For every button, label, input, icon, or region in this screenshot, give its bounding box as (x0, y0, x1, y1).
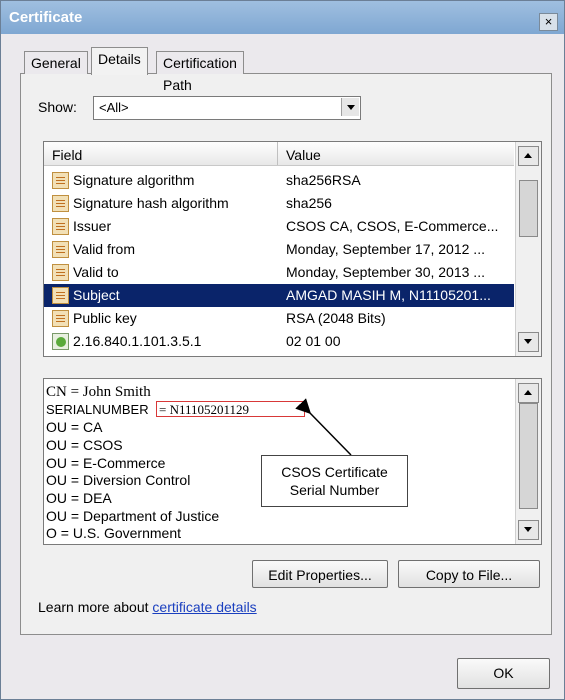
field-value: RSA (2048 Bits) (286, 310, 386, 326)
detail-line: O = U.S. Government (46, 525, 181, 541)
edit-properties-button[interactable]: Edit Properties... (252, 560, 388, 588)
field-name: Valid to (73, 264, 119, 280)
list-item[interactable]: Signature hash algorithm sha256 (44, 192, 514, 215)
learn-more-text: Learn more about certificate details (38, 599, 257, 615)
detail-scrollbar[interactable] (515, 379, 541, 544)
field-value: AMGAD MASIH M, N11105201... (286, 287, 491, 303)
column-header-field[interactable]: Field (52, 147, 82, 163)
detail-line: OU = Department of Justice (46, 508, 220, 524)
field-list-scrollbar[interactable] (515, 142, 541, 356)
close-icon: × (544, 14, 553, 29)
field-value: CSOS CA, CSOS, E-Commerce... (286, 218, 499, 234)
scroll-down-icon[interactable] (518, 332, 539, 352)
certificate-field-icon (52, 287, 69, 304)
list-item[interactable]: Signature algorithm sha256RSA (44, 169, 514, 192)
scroll-down-icon[interactable] (518, 520, 539, 540)
scroll-up-icon[interactable] (518, 146, 539, 166)
field-name: Valid from (73, 241, 135, 257)
certificate-details-link[interactable]: certificate details (152, 599, 256, 615)
certificate-field-icon (52, 195, 69, 212)
detail-serial-label: SERIALNUMBER (46, 402, 149, 417)
copy-to-file-button[interactable]: Copy to File... (398, 560, 540, 588)
title-bar[interactable]: Certificate × (1, 1, 564, 34)
field-value: Monday, September 30, 2013 ... (286, 264, 485, 280)
list-item[interactable]: Valid to Monday, September 30, 2013 ... (44, 261, 514, 284)
field-name: Subject (73, 287, 120, 303)
detail-line: OU = CSOS (46, 437, 123, 453)
callout-line-2: Serial Number (289, 482, 380, 498)
chevron-down-icon[interactable] (341, 98, 359, 116)
field-value: sha256 (286, 195, 332, 211)
field-name: Signature algorithm (73, 172, 195, 188)
certificate-field-icon (52, 264, 69, 281)
ok-button[interactable]: OK (457, 658, 550, 689)
field-name: Public key (73, 310, 137, 326)
certificate-field-icon (52, 172, 69, 189)
detail-line: OU = E-Commerce (46, 455, 166, 471)
field-name: Signature hash algorithm (73, 195, 229, 211)
field-value: 02 01 00 (286, 333, 341, 349)
column-divider[interactable] (277, 142, 278, 165)
show-dropdown[interactable]: <All> (93, 96, 361, 120)
show-label: Show: (38, 99, 77, 115)
extension-icon (52, 333, 69, 350)
tab-general[interactable]: General (24, 51, 88, 74)
tab-details[interactable]: Details (91, 47, 148, 75)
show-selected-value: <All> (99, 100, 129, 115)
column-header-value[interactable]: Value (286, 147, 321, 163)
detail-line: OU = DEA (46, 490, 112, 506)
list-item[interactable]: Issuer CSOS CA, CSOS, E-Commerce... (44, 215, 514, 238)
list-item[interactable]: Public key RSA (2048 Bits) (44, 307, 514, 330)
certificate-field-icon (52, 218, 69, 235)
certificate-field-icon (52, 310, 69, 327)
list-item-selected[interactable]: Subject AMGAD MASIH M, N11105201... (44, 284, 514, 307)
tab-certification-path[interactable]: Certification Path (156, 51, 244, 93)
field-name: 2.16.840.1.101.3.5.1 (73, 333, 202, 349)
certificate-field-list[interactable]: Field Value Signature algorithm sha256RS… (43, 141, 542, 357)
callout-line-1: CSOS Certificate (281, 464, 388, 480)
scrollbar-thumb[interactable] (519, 403, 538, 509)
close-button[interactable]: × (539, 13, 558, 31)
serial-number-highlight: = N11105201129 (156, 401, 305, 417)
detail-line: OU = Diversion Control (46, 472, 191, 488)
window-title: Certificate (9, 9, 83, 26)
field-value: Monday, September 17, 2012 ... (286, 241, 485, 257)
learn-more-prefix: Learn more about (38, 599, 153, 615)
certificate-field-icon (52, 241, 69, 258)
field-name: Issuer (73, 218, 112, 234)
list-header: Field Value (44, 142, 514, 166)
scrollbar-thumb[interactable] (519, 180, 538, 237)
detail-line: OU = CA (46, 419, 103, 435)
detail-cn: CN = John Smith (46, 384, 151, 400)
scroll-up-icon[interactable] (518, 383, 539, 403)
field-value: sha256RSA (286, 172, 361, 188)
callout-label: CSOS Certificate Serial Number (261, 455, 408, 507)
list-item[interactable]: Valid from Monday, September 17, 2012 ..… (44, 238, 514, 261)
list-item[interactable]: 2.16.840.1.101.3.5.1 02 01 00 (44, 330, 514, 353)
